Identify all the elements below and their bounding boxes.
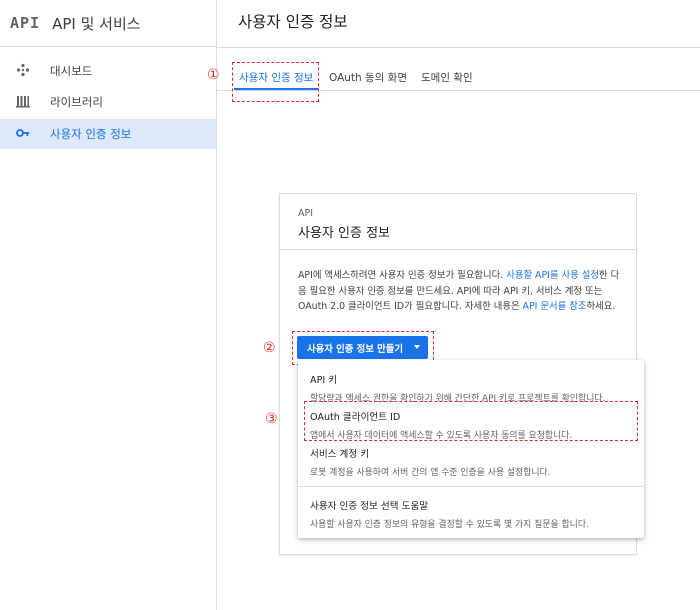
menu-item-title: 서비스 계정 키 [310, 449, 370, 460]
dashboard-icon [16, 63, 30, 77]
menu-item-desc: 사용할 사용자 인증 정보의 유형을 결정할 수 있도록 몇 가지 질문을 합니… [310, 520, 589, 530]
card-title: 사용자 인증 정보 [298, 226, 390, 241]
create-credentials-label: 사용자 인증 정보 만들기 [307, 343, 404, 355]
annotation-number-3: ③ [265, 411, 278, 427]
api-docs-link[interactable]: API 문서를 참조 [523, 301, 587, 312]
desc-text: 하세요. [586, 301, 616, 312]
card-divider [280, 249, 636, 250]
tab-domain-verification[interactable]: 도메인 확인 [421, 70, 473, 85]
menu-item-help-me-choose[interactable]: 사용자 인증 정보 선택 도움말 사용할 사용자 인증 정보의 유형을 결정할 … [310, 498, 640, 530]
dropdown-caret-icon [414, 345, 420, 349]
sidebar-item-label: 라이브러리 [50, 95, 103, 109]
desc-text: API에 액세스하려면 사용자 인증 정보가 필요합니다. [298, 270, 507, 281]
sidebar-header: API API 및 서비스 [0, 0, 216, 47]
page-title: 사용자 인증 정보 [238, 13, 348, 31]
header-divider [217, 47, 700, 48]
sidebar-title: API 및 서비스 [52, 14, 141, 33]
menu-item-title: API 키 [310, 375, 338, 386]
sidebar-item-label: 대시보드 [50, 64, 93, 78]
library-icon [16, 94, 30, 108]
create-credentials-menu: API 키 할당량과 액세스 권한을 확인하기 위해 간단한 API 키로 프로… [298, 360, 644, 538]
enable-api-link[interactable]: 사용할 API를 사용 설정 [506, 270, 599, 281]
sidebar-item-credentials[interactable]: 사용자 인증 정보 [0, 119, 216, 149]
menu-item-desc: 로봇 계정을 사용하여 서버 간의 앱 수준 인증을 사용 설정합니다. [310, 468, 551, 478]
annotation-box-1 [232, 62, 319, 102]
create-credentials-button[interactable]: 사용자 인증 정보 만들기 [297, 336, 428, 359]
api-logo[interactable]: API [10, 14, 40, 32]
sidebar-item-dashboard[interactable]: 대시보드 [0, 56, 216, 86]
sidebar: API API 및 서비스 대시보드 라이브러리 사용자 인증 정보 [0, 0, 217, 610]
annotation-number-2: ② [263, 340, 276, 356]
tab-oauth-consent[interactable]: OAuth 동의 화면 [329, 70, 407, 85]
sidebar-item-library[interactable]: 라이브러리 [0, 87, 216, 117]
key-icon [16, 126, 30, 140]
annotation-box-3 [304, 401, 638, 441]
sidebar-item-label: 사용자 인증 정보 [50, 127, 132, 141]
menu-item-service-account-key[interactable]: 서비스 계정 키 로봇 계정을 사용하여 서버 간의 앱 수준 인증을 사용 설… [310, 446, 640, 478]
menu-item-title: 사용자 인증 정보 선택 도움말 [310, 501, 429, 512]
card-description: API에 액세스하려면 사용자 인증 정보가 필요합니다. 사용할 API를 사… [298, 268, 626, 315]
annotation-number-1: ① [207, 67, 220, 83]
menu-divider [298, 486, 644, 487]
menu-item-api-key[interactable]: API 키 할당량과 액세스 권한을 확인하기 위해 간단한 API 키로 프로… [310, 372, 640, 404]
card-eyebrow: API [298, 208, 314, 219]
